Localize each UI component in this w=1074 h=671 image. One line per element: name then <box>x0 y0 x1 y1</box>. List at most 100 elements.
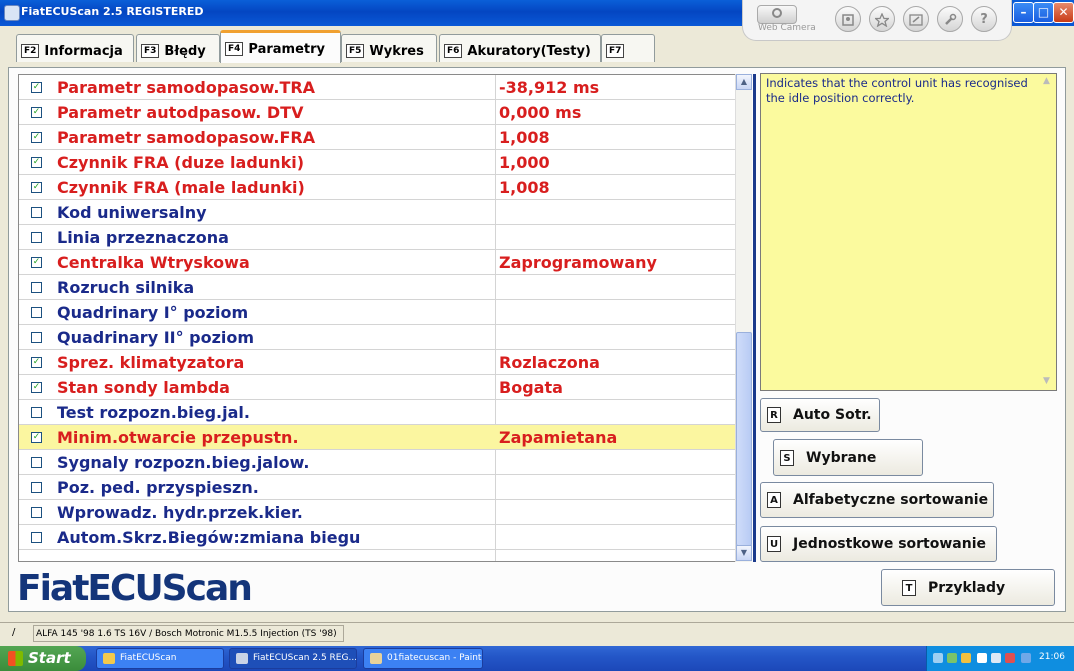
parameter-name: Test rozpozn.bieg.jal. <box>57 403 250 422</box>
taskbar: Start FiatECUScan FiatECUScan 2.5 REG...… <box>0 646 1074 671</box>
table-row[interactable]: Poz. ped. przyspieszn. <box>19 475 743 500</box>
table-row[interactable]: Quadrinary I° poziom <box>19 300 743 325</box>
tab-parametry[interactable]: F4 Parametry <box>220 30 341 63</box>
parameter-name: Sprez. klimatyzatora <box>57 353 245 372</box>
table-row[interactable]: ✓ Parametr autodpasow. DTV 0,000 ms <box>19 100 743 125</box>
table-row[interactable]: Autom.Skrz.Biegów:zmiana biegu <box>19 525 743 550</box>
parameter-name: Sygnaly rozpozn.bieg.jalow. <box>57 453 310 472</box>
parameter-value: 1,008 <box>499 128 550 147</box>
start-button[interactable]: Start <box>0 646 86 671</box>
unit-sort-button[interactable]: U Jednostkowe sortowanie <box>760 526 997 562</box>
parameter-name: Quadrinary II° poziom <box>57 328 255 347</box>
scroll-thumb[interactable] <box>736 332 752 546</box>
tab-informacja[interactable]: F2 Informacja <box>16 34 134 62</box>
table-row[interactable]: Sygnaly rozpozn.bieg.jalow. <box>19 450 743 475</box>
taskbar-item-folder[interactable]: FiatECUScan <box>96 648 224 669</box>
app-icon <box>236 653 248 664</box>
tab-bledy[interactable]: F3 Błędy <box>136 34 220 62</box>
taskbar-item-paint[interactable]: 01fiatecuscan - Paint <box>363 648 483 669</box>
panel-splitter[interactable] <box>753 74 756 562</box>
network-icon[interactable] <box>933 653 943 663</box>
table-row[interactable]: Kod uniwersalny <box>19 200 743 225</box>
parameter-value: -38,912 ms <box>499 78 600 97</box>
auto-sort-button[interactable]: R Auto Sotr. <box>760 398 880 432</box>
parameter-name: Stan sondy lambda <box>57 378 230 397</box>
display-icon[interactable] <box>1021 653 1031 663</box>
row-checkbox[interactable]: ✓ <box>31 357 42 368</box>
parameter-name: Minim.otwarcie przepustn. <box>57 428 299 447</box>
table-row[interactable]: ✓ Czynnik FRA (male ladunki) 1,008 <box>19 175 743 200</box>
key-u: U <box>767 536 781 552</box>
row-checkbox[interactable] <box>31 407 42 418</box>
parameter-name: Rozruch silnika <box>57 278 195 297</box>
row-checkbox[interactable] <box>31 507 42 518</box>
table-row[interactable]: Rozruch silnika <box>19 275 743 300</box>
key-t: T <box>902 580 916 596</box>
parameter-name: Czynnik FRA (duze ladunki) <box>57 153 305 172</box>
status-bar: / ALFA 145 '98 1.6 TS 16V / Bosch Motron… <box>0 622 1074 645</box>
folder-icon <box>103 653 115 664</box>
table-row[interactable]: ✓ Stan sondy lambda Bogata <box>19 375 743 400</box>
table-row[interactable]: ✓ Sprez. klimatyzatora Rozlaczona <box>19 350 743 375</box>
table-row[interactable]: ✓ Parametr samodopasow.FRA 1,008 <box>19 125 743 150</box>
selected-button[interactable]: S Wybrane <box>773 439 923 476</box>
row-checkbox[interactable]: ✓ <box>31 432 42 443</box>
alphabetical-sort-button[interactable]: A Alfabetyczne sortowanie <box>760 482 994 518</box>
desc-scroll-up-icon[interactable]: ▲ <box>1043 76 1050 86</box>
table-row[interactable]: Quadrinary II° poziom <box>19 325 743 350</box>
tab-wykres[interactable]: F5 Wykres <box>341 34 437 62</box>
desc-scroll-down-icon[interactable]: ▼ <box>1043 376 1050 386</box>
row-checkbox[interactable] <box>31 532 42 543</box>
volume-icon[interactable] <box>961 653 971 663</box>
shield-icon[interactable] <box>977 653 987 663</box>
row-checkbox[interactable]: ✓ <box>31 182 42 193</box>
row-checkbox[interactable]: ✓ <box>31 107 42 118</box>
row-checkbox[interactable] <box>31 332 42 343</box>
tab-akuratory[interactable]: F6 Akuratory(Testy) <box>439 34 601 62</box>
parameter-name: Parametr autodpasow. DTV <box>57 103 304 122</box>
row-checkbox[interactable]: ✓ <box>31 157 42 168</box>
row-checkbox[interactable]: ✓ <box>31 257 42 268</box>
examples-button[interactable]: T Przyklady <box>881 569 1055 606</box>
tray-app-icon[interactable] <box>947 653 957 663</box>
table-scrollbar[interactable]: ▲ ▼ <box>735 74 752 562</box>
table-row[interactable]: ✓ Minim.otwarcie przepustn. Zapamietana <box>19 425 743 450</box>
tab-label: Akuratory(Testy) <box>467 44 591 59</box>
scroll-up-button[interactable]: ▲ <box>736 74 752 90</box>
row-checkbox[interactable] <box>31 232 42 243</box>
taskbar-item-fiatecuscan[interactable]: FiatECUScan 2.5 REG... <box>229 648 357 669</box>
row-checkbox[interactable] <box>31 482 42 493</box>
vehicle-status: ALFA 145 '98 1.6 TS 16V / Bosch Motronic… <box>33 625 344 642</box>
unit-sort-label: Jednostkowe sortowanie <box>793 536 986 552</box>
taskbar-item-label: 01fiatecuscan - Paint <box>387 653 482 663</box>
scroll-down-button[interactable]: ▼ <box>736 545 752 561</box>
close-button[interactable]: ✕ <box>1053 2 1074 23</box>
table-row[interactable]: ✓ Parametr samodopasow.TRA -38,912 ms <box>19 75 743 100</box>
security-icon[interactable] <box>1005 653 1015 663</box>
tab-f7[interactable]: F7 <box>601 34 655 62</box>
row-checkbox[interactable] <box>31 207 42 218</box>
app-icon <box>4 5 20 21</box>
table-row[interactable]: Wprowadz. hydr.przek.kier. <box>19 500 743 525</box>
row-checkbox[interactable] <box>31 282 42 293</box>
table-row[interactable]: ✓ Czynnik FRA (duze ladunki) 1,000 <box>19 150 743 175</box>
row-checkbox[interactable]: ✓ <box>31 382 42 393</box>
taskbar-item-label: FiatECUScan 2.5 REG... <box>253 653 357 663</box>
row-checkbox[interactable] <box>31 307 42 318</box>
minimize-button[interactable]: – <box>1013 2 1034 23</box>
webcam-icon[interactable] <box>757 5 797 24</box>
row-checkbox[interactable]: ✓ <box>31 82 42 93</box>
maximize-button[interactable]: □ <box>1033 2 1054 23</box>
table-row[interactable]: Linia przeznaczona <box>19 225 743 250</box>
table-row[interactable]: ✓ Centralka Wtryskowa Zaprogramowany <box>19 250 743 275</box>
key-s: S <box>780 450 794 466</box>
description-scrollbar[interactable]: ▲ ▼ <box>1042 74 1056 390</box>
parameter-name: Linia przeznaczona <box>57 228 229 247</box>
tab-label: Parametry <box>248 42 326 57</box>
row-checkbox[interactable] <box>31 457 42 468</box>
window-title: FiatECUScan 2.5 REGISTERED <box>21 5 204 18</box>
table-row[interactable]: Test rozpozn.bieg.jal. <box>19 400 743 425</box>
tab-label: Informacja <box>44 44 123 59</box>
row-checkbox[interactable]: ✓ <box>31 132 42 143</box>
monitor-icon[interactable] <box>991 653 1001 663</box>
